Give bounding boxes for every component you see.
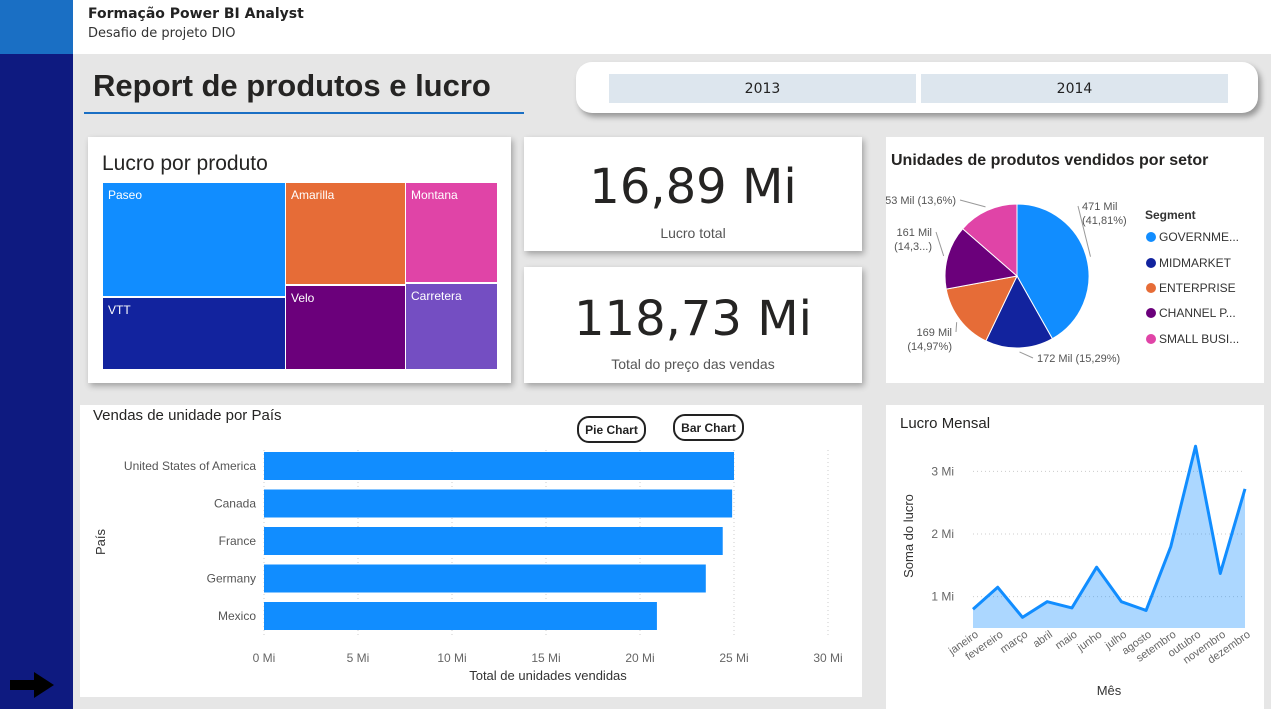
treemap-cell-carretera[interactable]: Carretera [405,283,498,370]
y-tick-label: Mexico [218,609,256,623]
x-tick-label: abril [1031,629,1055,651]
legend-dot [1146,334,1156,344]
area-chart: 1 Mi2 Mi3 Mijaneirofevereiromarço abrilma… [901,444,1253,698]
pie-leader-line [955,322,958,333]
x-tick-label: 5 Mi [347,651,370,665]
legend-item-enterprise[interactable]: ENTERPRISE [1146,281,1236,295]
treemap-title: Lucro por produto [102,152,268,175]
x-tick-label: 25 Mi [719,651,748,665]
y-tick-label: 2 Mi [931,527,954,541]
legend-item-midmarket[interactable]: MIDMARKET [1146,256,1231,270]
page-title: Report de produtos e lucro [93,68,491,103]
x-tick-label: 30 Mi [813,651,842,665]
treemap-cell-vtt[interactable]: VTT [102,297,286,370]
year-slicer: 2013 2014 [576,62,1258,113]
y-tick-label: 3 Mi [931,464,954,478]
pie-leader-line [935,231,945,257]
x-tick-label: 10 Mi [437,651,466,665]
kpi-label: Total do preço das vendas [611,356,775,372]
treemap-card: Lucro por produto Paseo VTT Amarilla Vel… [88,137,511,383]
pie-data-label: (41,81%) [1082,215,1127,227]
x-tick-label: 20 Mi [625,651,654,665]
kpi-value: 118,73 Mi [574,291,812,347]
kpi-card-total-vendas: 118,73 Mi Total do preço das vendas [524,267,862,383]
top-accent-block [0,0,73,54]
legend-item-government[interactable]: GOVERNME... [1146,230,1239,244]
pie-data-label: 161 Mil [897,227,932,239]
bar[interactable] [264,527,723,555]
report-header: Formação Power BI Analyst Desafio de pro… [73,0,1271,54]
pie-leader-line [959,199,986,208]
y-axis-title: Soma do lucro [901,494,916,578]
legend-item-channel-partners[interactable]: CHANNEL P... [1146,306,1236,320]
pie-data-label: (14,3...) [894,241,932,253]
course-subtitle: Desafio de projeto DIO [88,26,236,41]
x-tick-label: junho [1075,629,1105,655]
bar[interactable] [264,452,734,480]
legend-dot [1146,258,1156,268]
title-underline [84,112,524,114]
treemap-cell-velo[interactable]: Velo [285,285,406,370]
kpi-value: 16,89 Mi [589,159,797,215]
y-axis-title: País [93,528,108,555]
pie-title: Unidades de produtos vendidos por setor [891,152,1209,169]
bar-chart-title: Vendas de unidade por País [93,407,282,424]
x-axis-title: Total de unidades vendidas [469,668,627,683]
bar[interactable] [264,564,706,593]
legend-label: GOVERNME... [1159,230,1240,244]
legend-label: CHANNEL P... [1159,306,1236,320]
legend-dot [1146,308,1156,318]
arrow-right-icon[interactable] [10,670,56,700]
legend-label: SMALL BUSI... [1159,332,1240,346]
x-tick-label: 0 Mi [253,651,276,665]
x-tick-label: maio [1053,629,1079,653]
report-canvas: Formação Power BI Analyst Desafio de pro… [0,0,1271,709]
area-chart-title: Lucro Mensal [900,415,991,432]
y-tick-label: France [219,534,257,548]
x-axis-title: Mês [1097,683,1122,698]
treemap-cell-montana[interactable]: Montana [405,182,498,283]
pie-chart: 471 Mil (41,81%) 172 Mil (15,29%) 169 Mil (1… [886,195,1127,365]
pie-data-label: 172 Mil (15,29%) [1037,353,1120,365]
pie-legend-title: Segment [1145,208,1196,222]
kpi-card-lucro-total: 16,89 Mi Lucro total [524,137,862,251]
legend-dot [1146,283,1156,293]
treemap-cell-amarilla[interactable]: Amarilla [285,182,406,285]
area-fill [973,446,1245,628]
y-tick-label: Canada [214,497,256,511]
y-tick-label: 1 Mi [931,590,954,604]
legend-label: MIDMARKET [1159,256,1231,270]
x-tick-label: março [998,629,1030,656]
slicer-option-2013[interactable]: 2013 [609,74,916,103]
bar-chart: 0 Mi 5 Mi 10 Mi 15 Mi 20 Mi 25 Mi 30 Mi United … [93,450,843,683]
bar[interactable] [264,602,657,630]
left-navigation-bar [0,0,73,709]
pie-data-label: 153 Mil (13,6%) [886,195,956,207]
bar[interactable] [264,489,733,518]
legend-item-small-business[interactable]: SMALL BUSI... [1146,332,1239,346]
bar-chart-button[interactable]: Bar Chart [673,414,744,441]
y-tick-label: United States of America [124,459,256,473]
pie-chart-button[interactable]: Pie Chart [577,416,646,443]
pie-leader-line [1019,351,1034,359]
pie-data-label: 471 Mil [1082,201,1117,213]
y-tick-label: Germany [207,572,256,586]
x-tick-label: 15 Mi [531,651,560,665]
pie-data-label: 169 Mil [917,327,952,339]
legend-label: ENTERPRISE [1159,281,1236,295]
pie-data-label: (14,97%) [907,341,952,353]
legend-dot [1146,232,1156,242]
slicer-option-2014[interactable]: 2014 [921,74,1228,103]
course-title: Formação Power BI Analyst [88,6,304,22]
treemap-cell-paseo[interactable]: Paseo [102,182,286,297]
kpi-label: Lucro total [660,225,726,241]
